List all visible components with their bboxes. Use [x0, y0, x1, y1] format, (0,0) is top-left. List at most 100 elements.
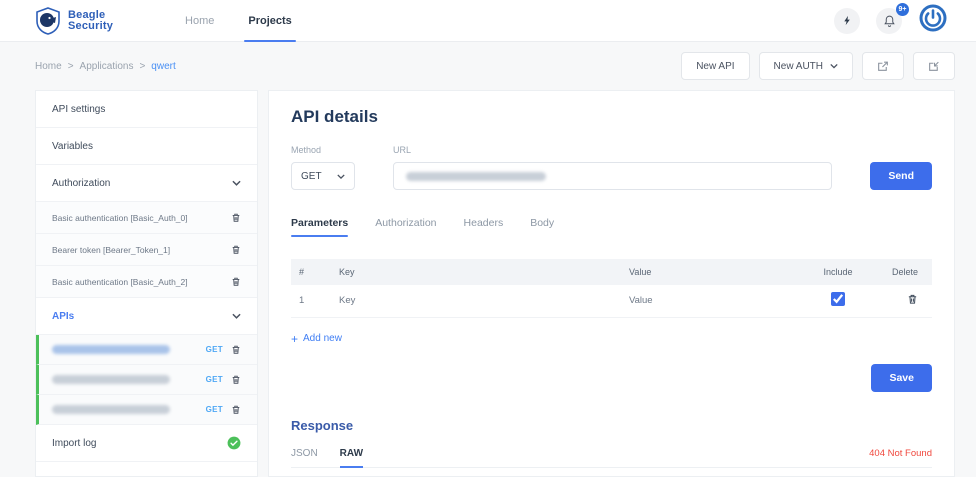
breadcrumb-current-project[interactable]: qwert	[151, 61, 175, 72]
power-icon	[918, 3, 948, 33]
trash-icon[interactable]	[231, 276, 241, 287]
sidebar-item-import-log[interactable]: Import log	[36, 425, 257, 462]
page-title: API details	[291, 107, 932, 127]
response-title: Response	[291, 418, 932, 433]
method-label: Method	[291, 145, 355, 155]
auth-item-bearer-token-1[interactable]: Bearer token [Bearer_Token_1]	[36, 234, 257, 266]
lightning-icon	[842, 14, 853, 27]
brand-name: Beagle Security	[68, 10, 113, 32]
value-input[interactable]: Value	[621, 285, 802, 317]
trash-icon[interactable]	[231, 404, 241, 415]
col-delete: Delete	[874, 259, 932, 285]
bell-icon	[883, 14, 896, 28]
sidebar-item-authorization[interactable]: Authorization	[36, 165, 257, 202]
response-status: 404 Not Found	[869, 448, 932, 467]
chevron-down-icon	[337, 174, 345, 179]
url-group: URL	[393, 145, 832, 190]
auth-item-label: Bearer token [Bearer_Token_1]	[52, 245, 170, 255]
export-icon	[876, 60, 890, 73]
sidebar-item-apis[interactable]: APIs	[36, 298, 257, 335]
trash-icon[interactable]	[231, 244, 241, 255]
app-window: Beagle Security Home Projects 9+	[0, 0, 976, 477]
method-value: GET	[301, 171, 322, 182]
notifications-button[interactable]: 9+	[876, 8, 902, 34]
quick-actions-button[interactable]	[834, 8, 860, 34]
tab-authorization[interactable]: Authorization	[375, 217, 436, 237]
tab-body[interactable]: Body	[530, 217, 554, 237]
add-new-label: Add new	[303, 333, 342, 344]
sidebar-item-label: Variables	[52, 141, 93, 152]
row-index: 1	[291, 285, 331, 317]
send-button[interactable]: Send	[870, 162, 932, 190]
import-button[interactable]	[913, 52, 955, 80]
response-tabs: JSON RAW 404 Not Found	[291, 448, 932, 468]
breadcrumb-applications[interactable]: Applications	[80, 61, 134, 72]
include-checkbox[interactable]	[831, 292, 845, 306]
url-label: URL	[393, 145, 832, 155]
table-header-row: # Key Value Include Delete	[291, 259, 932, 285]
trash-icon[interactable]	[231, 344, 241, 355]
trash-icon[interactable]	[907, 293, 918, 305]
status-code: 404	[869, 448, 885, 459]
tab-headers[interactable]: Headers	[464, 217, 504, 237]
redacted-api-url	[52, 405, 170, 414]
chevron-down-icon	[232, 313, 241, 319]
nav-projects[interactable]: Projects	[248, 0, 291, 42]
logout-button[interactable]	[918, 3, 948, 38]
api-list-item-3[interactable]: GET	[36, 395, 257, 425]
auth-item-basic-auth-2[interactable]: Basic authentication [Basic_Auth_2]	[36, 266, 257, 298]
breadcrumb: Home > Applications > qwert	[35, 61, 176, 72]
method-select[interactable]: GET	[291, 162, 355, 190]
nav-home[interactable]: Home	[185, 0, 214, 42]
chevron-down-icon	[232, 180, 241, 186]
save-button[interactable]: Save	[871, 364, 932, 392]
sidebar-item-label: Import log	[52, 438, 96, 449]
tab-raw[interactable]: RAW	[340, 448, 363, 467]
top-nav: Home Projects	[185, 0, 292, 42]
sidebar: API settings Variables Authorization Bas…	[35, 90, 258, 477]
table-row: 1 Key Value	[291, 285, 932, 317]
auth-item-basic-auth-0[interactable]: Basic authentication [Basic_Auth_0]	[36, 202, 257, 234]
method-group: Method GET	[291, 145, 355, 190]
new-api-button[interactable]: New API	[681, 52, 749, 80]
key-input[interactable]: Key	[331, 285, 621, 317]
redacted-url-value	[406, 172, 546, 181]
sidebar-item-label: APIs	[52, 311, 74, 322]
sidebar-item-label: API settings	[52, 104, 105, 115]
col-value: Value	[621, 259, 802, 285]
col-index: #	[291, 259, 331, 285]
trash-icon[interactable]	[231, 212, 241, 223]
auth-item-label: Basic authentication [Basic_Auth_2]	[52, 277, 188, 287]
new-auth-label: New AUTH	[774, 61, 823, 72]
request-tabs: Parameters Authorization Headers Body	[291, 217, 932, 237]
col-include: Include	[802, 259, 874, 285]
breadcrumb-separator: >	[139, 61, 145, 72]
add-new-button[interactable]: + Add new	[291, 332, 342, 346]
auth-item-label: Basic authentication [Basic_Auth_0]	[52, 213, 188, 223]
method-tag: GET	[206, 345, 223, 354]
brand-logo[interactable]: Beagle Security	[35, 7, 113, 35]
status-text: Not Found	[888, 448, 932, 459]
breadcrumb-separator: >	[68, 61, 74, 72]
breadcrumb-home[interactable]: Home	[35, 61, 62, 72]
import-icon	[927, 60, 941, 73]
sidebar-item-label: Authorization	[52, 178, 110, 189]
url-input[interactable]	[393, 162, 832, 190]
method-tag: GET	[206, 405, 223, 414]
api-list-item-2[interactable]: GET	[36, 365, 257, 395]
tab-parameters[interactable]: Parameters	[291, 217, 348, 237]
new-auth-button[interactable]: New AUTH	[759, 52, 853, 80]
main-panel: API details Method GET URL Send Paramete…	[268, 90, 955, 477]
shield-logo-icon	[35, 7, 61, 35]
redacted-api-url	[52, 375, 170, 384]
method-tag: GET	[206, 375, 223, 384]
sidebar-item-api-settings[interactable]: API settings	[36, 91, 257, 128]
export-button[interactable]	[862, 52, 904, 80]
notification-badge: 9+	[896, 3, 909, 16]
trash-icon[interactable]	[231, 374, 241, 385]
api-list-item-1[interactable]: GET	[36, 335, 257, 365]
plus-icon: +	[291, 332, 298, 346]
sidebar-item-variables[interactable]: Variables	[36, 128, 257, 165]
tab-json[interactable]: JSON	[291, 448, 318, 467]
col-key: Key	[331, 259, 621, 285]
